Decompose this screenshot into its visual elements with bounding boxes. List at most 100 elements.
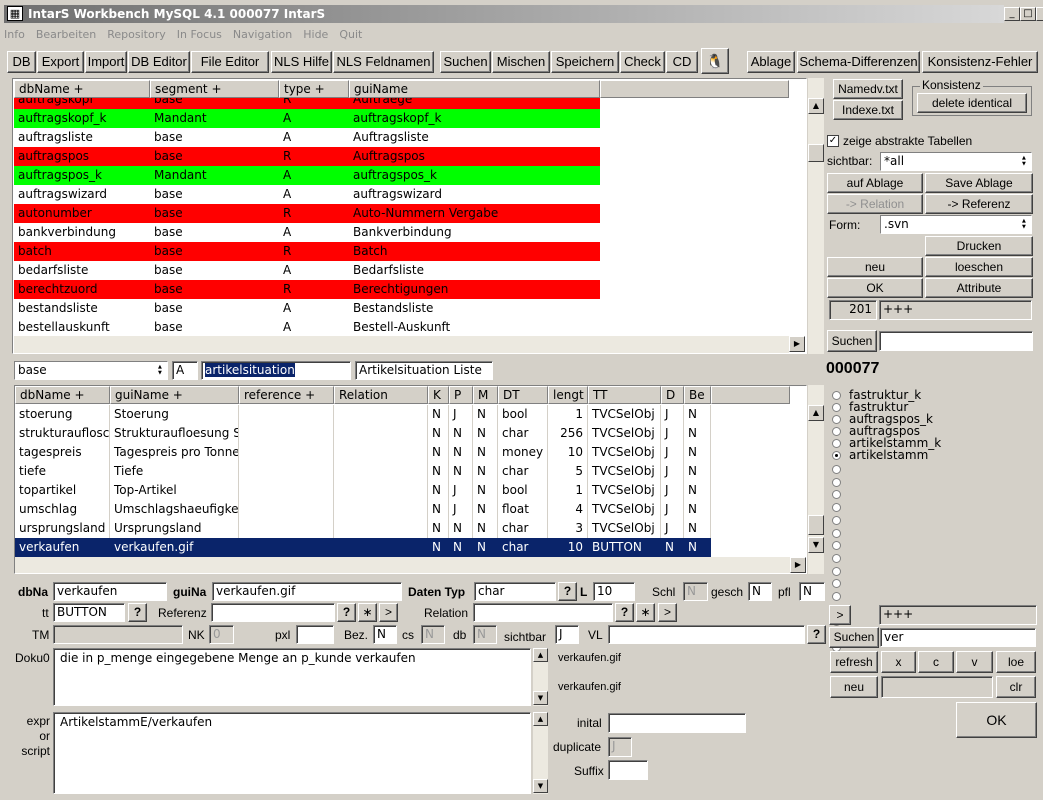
table-row[interactable]: autonumber base R Auto-Nummern Vergabe (14, 204, 600, 223)
daten-typ-help-button[interactable]: ? (558, 582, 577, 601)
radio-button[interactable] (832, 427, 841, 436)
dbna-field[interactable]: verkaufen (53, 582, 167, 601)
attr-col-header[interactable]: Be (684, 386, 711, 404)
tm-field[interactable] (53, 625, 183, 644)
pxl-field[interactable] (296, 625, 334, 644)
doku-textarea[interactable]: die in p_menge eingegebene Menge an p_ku… (53, 648, 531, 706)
doku-scroll-down-icon[interactable]: ▼ (533, 691, 548, 705)
duplicate-field[interactable]: J (608, 737, 632, 757)
close-icon[interactable] (1036, 7, 1043, 21)
attr-col-header[interactable]: TT (588, 386, 661, 404)
attr-col-header[interactable]: M (473, 386, 498, 404)
expr-scrollbar[interactable]: ▲ ▼ (532, 712, 548, 794)
plus-field[interactable]: +++ (879, 300, 1032, 320)
file-editor-button[interactable]: File Editor (191, 51, 269, 73)
attr-table-row[interactable]: stoerung Stoerung N J Nbool 1 TVCSelObj J N (15, 405, 711, 424)
referenz-help-button[interactable]: ? (337, 603, 356, 622)
radio-button[interactable] (832, 566, 841, 576)
attr-col-header[interactable]: P (449, 386, 473, 404)
scroll-right-icon[interactable]: ▶ (789, 336, 805, 352)
table-row[interactable]: bedarfsliste base A Bedarfsliste (14, 261, 600, 280)
cut-button[interactable]: x (881, 651, 916, 673)
relation-star-button[interactable]: ∗ (636, 603, 655, 622)
cd-button[interactable]: CD (666, 51, 698, 73)
suchen-button[interactable]: Suchen (440, 51, 491, 73)
table-row[interactable]: bankverbindung base A Bankverbindung (14, 223, 600, 242)
radio-button[interactable] (832, 579, 841, 589)
penguin-icon[interactable]: 🐧 (701, 48, 729, 74)
attr-col-header[interactable]: D (661, 386, 684, 404)
table-row[interactable]: batch base R Batch (14, 242, 600, 261)
radio-button[interactable] (832, 403, 841, 412)
tt-field[interactable]: BUTTON (53, 603, 125, 622)
lower-plus-field[interactable]: +++ (879, 605, 1037, 625)
save-ablage-button[interactable]: Save Ablage (925, 173, 1033, 193)
sichtbar-select[interactable]: *all (880, 152, 1032, 171)
ok-button[interactable]: OK (827, 278, 923, 298)
expr-scroll-down-icon[interactable]: ▼ (533, 779, 548, 793)
lower-search-field[interactable]: ver (880, 628, 1036, 647)
menu-in-focus[interactable]: In Focus (177, 28, 222, 41)
radio-button[interactable] (832, 553, 841, 563)
radio-button[interactable] (832, 415, 841, 424)
attr-table-row[interactable]: ursprungsland Ursprungsland N N Nchar 3 TVCSel… (15, 519, 711, 538)
relation-field[interactable] (473, 603, 613, 622)
doku-scrollbar[interactable]: ▲ ▼ (532, 648, 548, 706)
menu-bearbeiten[interactable]: Bearbeiten (36, 28, 96, 41)
checkbox-abstrakt[interactable]: ✓ (827, 135, 839, 147)
ablage-button[interactable]: Ablage (747, 51, 795, 73)
schl-field[interactable]: N (683, 582, 708, 601)
attr-table-row[interactable]: tiefe Tiefe N N Nchar 5 TVCSelObj J N (15, 462, 711, 481)
suffix-field[interactable] (608, 760, 648, 780)
vl-field[interactable] (608, 625, 805, 644)
menu-navigation[interactable]: Navigation (233, 28, 292, 41)
minimize-icon[interactable]: _ (1004, 7, 1020, 21)
segment-select[interactable]: base (14, 361, 168, 380)
ok-lower-button[interactable]: OK (956, 702, 1037, 738)
horizontal-scrollbar[interactable] (14, 336, 789, 353)
form-select[interactable]: .svn (880, 215, 1032, 234)
radio-button[interactable] (832, 515, 841, 525)
table-row[interactable]: berechtzuord base R Berechtigungen (14, 280, 600, 299)
table-row[interactable]: auftragspos base R Auftragspos (14, 147, 600, 166)
drucken-button[interactable]: Drucken (925, 236, 1033, 256)
db-editor-button[interactable]: DB Editor (128, 51, 190, 73)
attr-vertical-scrollbar[interactable]: ▲ ▼ (807, 385, 824, 574)
neu-lower-button[interactable]: neu (830, 676, 878, 698)
menu-hide[interactable]: Hide (303, 28, 328, 41)
vertical-scrollbar[interactable]: ▲ (807, 78, 824, 354)
attr-scroll-thumb[interactable] (808, 515, 824, 535)
attr-col-header[interactable]: guiName + (110, 386, 239, 404)
attr-col-header[interactable]: reference + (239, 386, 334, 404)
paste-button[interactable]: v (956, 651, 993, 673)
pfl-field[interactable]: N (799, 582, 825, 601)
col-header-type[interactable]: type + (279, 80, 349, 98)
scroll-up-icon[interactable]: ▲ (808, 98, 824, 114)
auf-ablage-button[interactable]: auf Ablage (827, 173, 923, 193)
expr-textarea[interactable]: ArtikelstammE/verkaufen (53, 712, 531, 794)
relation-help-button[interactable]: ? (615, 603, 634, 622)
table-name-field[interactable]: artikelsituation (201, 361, 351, 380)
referenz-field[interactable] (211, 603, 335, 622)
referenz-goto-button[interactable]: > (379, 603, 398, 622)
menu-quit[interactable]: Quit (339, 28, 362, 41)
attr-table-row[interactable]: topartikel Top-Artikel N J Nbool 1 TVCSelObj J N (15, 481, 711, 500)
menu-info[interactable]: Info (4, 28, 25, 41)
vl-help-button[interactable]: ? (807, 625, 826, 644)
attr-horizontal-scrollbar[interactable] (15, 557, 790, 573)
col-header-guiname[interactable]: guiName (349, 80, 600, 98)
radio-button[interactable] (832, 541, 841, 551)
import-button[interactable]: Import (85, 51, 127, 73)
scroll-thumb[interactable] (808, 144, 824, 162)
expr-scroll-up-icon[interactable]: ▲ (533, 712, 548, 726)
app-icon[interactable]: ▦ (7, 6, 23, 21)
sichtbar-form-field[interactable]: J (555, 625, 579, 644)
attr-col-header[interactable]: lengt (548, 386, 588, 404)
inital-field[interactable] (608, 713, 746, 733)
radio-button[interactable] (832, 451, 841, 460)
guina-field[interactable]: verkaufen.gif (212, 582, 402, 601)
table-row[interactable]: bestandsliste base A Bestandsliste (14, 299, 600, 318)
export-button[interactable]: Export (37, 51, 84, 73)
l-field[interactable]: 10 (593, 582, 635, 601)
table-row[interactable]: bestellauskunft base A Bestell-Auskunft (14, 318, 600, 336)
